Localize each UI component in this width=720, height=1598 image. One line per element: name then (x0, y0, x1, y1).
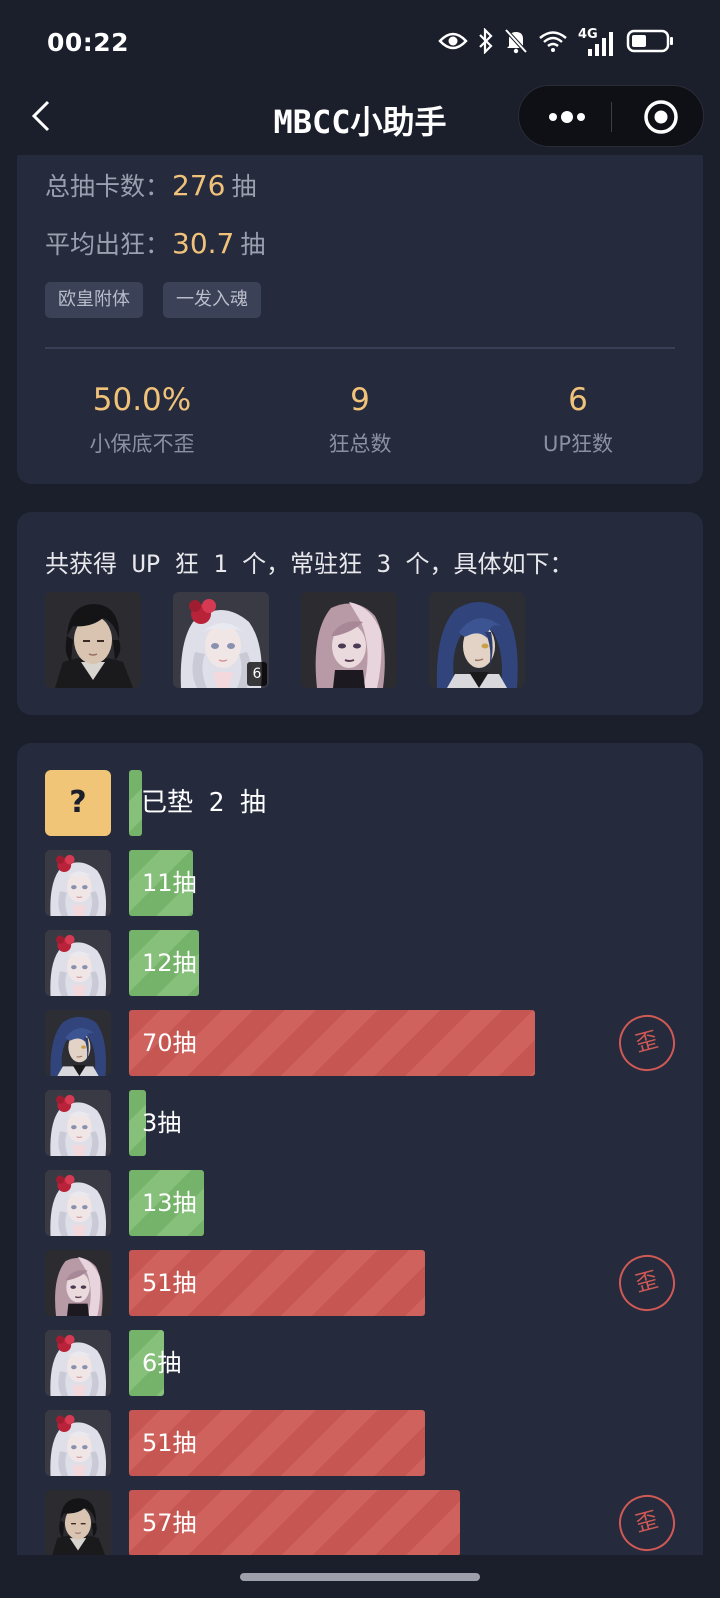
avg-pulls-label: 平均出狂： (45, 230, 171, 259)
history-row: 3抽 (45, 1090, 675, 1156)
character-thumb[interactable] (301, 592, 397, 688)
pull-count-label: 13抽 (142, 1189, 197, 1217)
history-row: 12抽 (45, 930, 675, 996)
history-row: 51抽 歪 (45, 1248, 682, 1318)
battery-icon (626, 28, 674, 58)
tag-lucky: 欧皇附体 (45, 282, 143, 318)
pull-count-label: 3抽 (142, 1109, 182, 1137)
stat-up-count: 6 UP狂数 (468, 380, 688, 458)
character-avatar (45, 1410, 111, 1476)
stat-total-count: 9 狂总数 (250, 380, 470, 458)
mute-icon (504, 28, 528, 58)
character-avatar (45, 850, 111, 916)
character-thumb[interactable] (429, 592, 525, 688)
status-bar: 00:22 4G (0, 0, 720, 90)
character-avatar (45, 1330, 111, 1396)
pending-row: ? 已垫 2 抽 (45, 770, 675, 836)
character-avatar (45, 1090, 111, 1156)
mini-program-capsule (518, 85, 704, 147)
avg-pulls-line: 平均出狂：30.7 抽 (45, 225, 265, 261)
history-row: 13抽 (45, 1170, 675, 1236)
portrait-pink-female-avatar (301, 592, 397, 688)
count-badge: 6 (247, 662, 267, 686)
tag-first-pull: 一发入魂 (163, 282, 261, 318)
pull-count-label: 12抽 (142, 949, 197, 977)
lost-badge-stamp: 歪 (612, 1488, 682, 1558)
pull-count-label: 51抽 (142, 1269, 197, 1297)
pull-history-card: ? 已垫 2 抽 11抽 12抽 70抽歪 3抽 13抽 51抽歪 6抽 51抽 57抽歪 (17, 743, 703, 1563)
pull-count-label: 70抽 (142, 1029, 197, 1057)
portrait-dark-male-avatar (45, 592, 141, 688)
lost-badge-stamp: 歪 (612, 1008, 682, 1078)
avg-pulls-unit: 抽 (240, 230, 266, 259)
more-dots-icon (549, 111, 585, 123)
stat-label: 狂总数 (328, 432, 392, 456)
total-pulls-unit: 抽 (231, 172, 257, 201)
pull-count-label: 6抽 (142, 1349, 182, 1377)
history-row: 6抽 (45, 1330, 675, 1396)
nav-bar: MBCC小助手 (0, 80, 720, 155)
stat-value: 50.0% (92, 382, 192, 418)
stat-label: 小保底不歪 (89, 432, 195, 456)
total-pulls-value: 276 (172, 169, 226, 202)
home-indicator[interactable] (240, 1573, 480, 1581)
history-row: 57抽 歪 (45, 1488, 682, 1558)
stat-no-lose-rate: 50.0% 小保底不歪 (32, 380, 252, 458)
character-thumb[interactable]: 6 (173, 592, 269, 688)
summary-card: 总抽卡数：276 抽 平均出狂：30.7 抽 欧皇附体 一发入魂 50.0% 小保底… (17, 155, 703, 484)
pull-count-label: 57抽 (142, 1509, 197, 1537)
character-avatar (45, 1010, 111, 1076)
total-pulls-label: 总抽卡数： (45, 172, 171, 201)
bluetooth-icon (478, 27, 494, 58)
character-avatar (45, 930, 111, 996)
status-icons: 4G (438, 26, 674, 60)
character-avatar (45, 1170, 111, 1236)
lost-badge-stamp: 歪 (612, 1248, 682, 1318)
portrait-blue-male-avatar (429, 592, 525, 688)
wifi-icon (538, 29, 568, 57)
stat-value: 6 (568, 382, 588, 418)
character-thumb[interactable] (45, 592, 141, 688)
character-avatar (45, 1490, 111, 1556)
history-row: 51抽 (45, 1410, 675, 1476)
history-row: 70抽 歪 (45, 1008, 682, 1078)
total-pulls-line: 总抽卡数：276 抽 (45, 167, 256, 203)
history-row: 11抽 (45, 850, 675, 916)
eye-icon (438, 31, 468, 55)
unknown-character-box: ? (45, 770, 111, 836)
capsule-divider (611, 102, 612, 132)
gained-summary-text: 共获得 UP 狂 1 个，常驻狂 3 个，具体如下： (45, 550, 574, 578)
stat-value: 9 (350, 382, 370, 418)
pull-count-label: 51抽 (142, 1429, 197, 1457)
status-time: 00:22 (47, 28, 130, 57)
character-avatar (45, 1250, 111, 1316)
pull-count-label: 11抽 (142, 869, 197, 897)
avg-pulls-value: 30.7 (172, 227, 235, 260)
pity-label: 已垫 2 抽 (141, 788, 266, 818)
signal-4g-icon: 4G (578, 27, 616, 57)
divider (45, 347, 675, 349)
target-close-icon (644, 100, 678, 134)
gained-characters-card: 共获得 UP 狂 1 个，常驻狂 3 个，具体如下： 6 (17, 512, 703, 715)
close-mini-program-button[interactable] (643, 99, 679, 135)
stat-label: UP狂数 (542, 432, 614, 456)
more-button[interactable] (547, 108, 587, 126)
